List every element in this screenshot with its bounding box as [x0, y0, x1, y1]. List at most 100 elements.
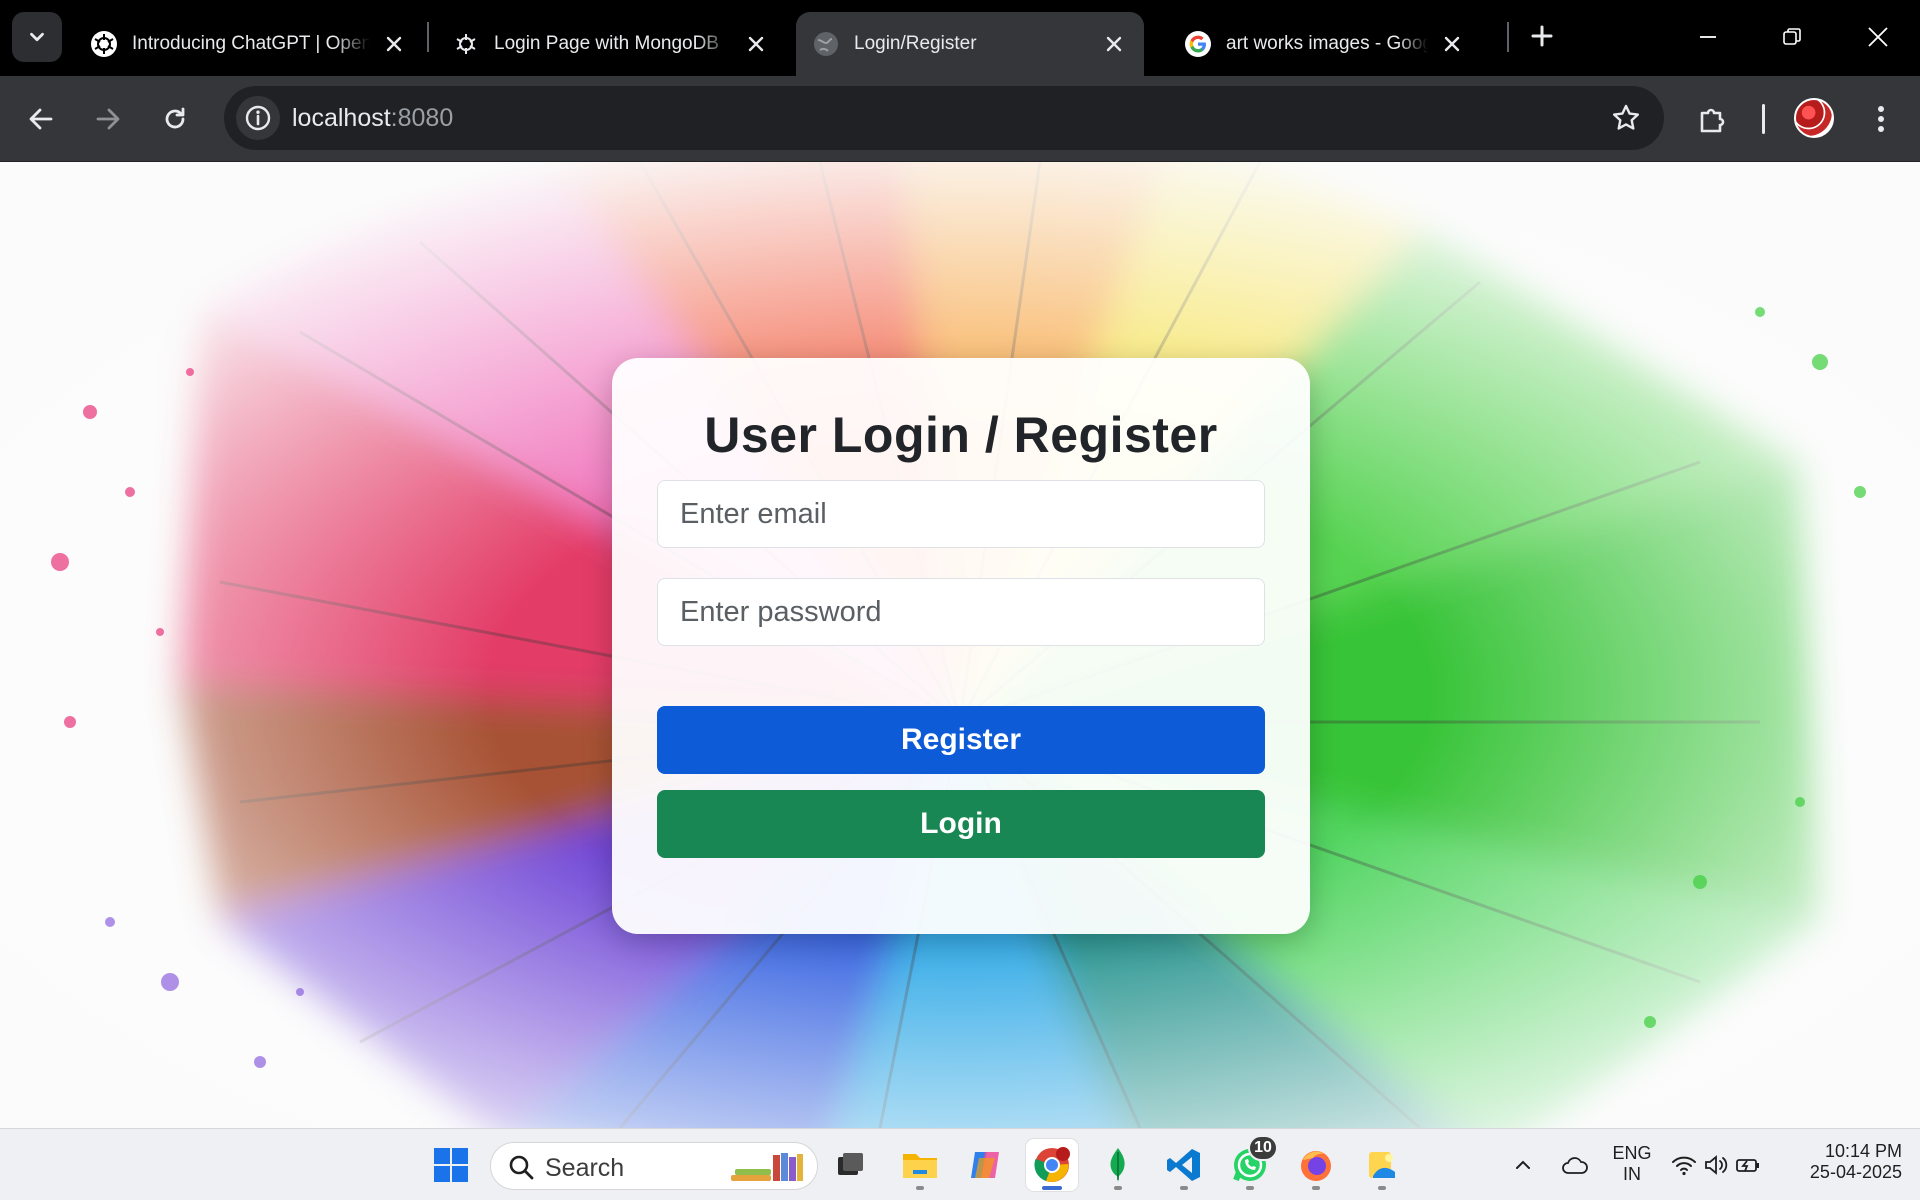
- star-icon: [1613, 104, 1639, 130]
- file-explorer-button[interactable]: [894, 1139, 946, 1191]
- search-icon: [509, 1155, 534, 1180]
- close-window-button[interactable]: [1850, 12, 1906, 62]
- chrome-icon: [1034, 1147, 1070, 1182]
- extensions-button[interactable]: [1688, 94, 1738, 144]
- copilot-icon: [971, 1152, 999, 1178]
- register-button[interactable]: Register: [657, 706, 1265, 774]
- windows-taskbar: Search 10 ENG IN 10:14 PM 25-04-2025: [0, 1128, 1920, 1200]
- tab-search-button[interactable]: [12, 12, 62, 62]
- restore-button[interactable]: [1764, 12, 1820, 62]
- firefox-button[interactable]: [1290, 1139, 1342, 1191]
- more-vert-icon: [1878, 106, 1884, 132]
- close-icon[interactable]: [742, 30, 770, 58]
- page-title: User Login / Register: [704, 407, 1218, 463]
- language-region: IN: [1623, 1164, 1641, 1184]
- cloud-icon: [1562, 1157, 1588, 1174]
- windows-icon: [434, 1148, 468, 1182]
- running-indicator: [1378, 1186, 1386, 1190]
- tab-title: Login/Register: [854, 33, 977, 54]
- language-code: ENG: [1612, 1143, 1652, 1163]
- start-button[interactable]: [425, 1139, 477, 1191]
- running-indicator: [916, 1186, 924, 1190]
- chrome-button[interactable]: [1026, 1139, 1078, 1191]
- google-icon: [1184, 30, 1212, 58]
- url-text[interactable]: localhost:8080: [292, 104, 453, 133]
- plus-icon: [1531, 25, 1553, 47]
- running-indicator: [1180, 1186, 1188, 1190]
- clock[interactable]: 10:14 PM 25-04-2025: [1790, 1141, 1902, 1183]
- running-indicator: [1312, 1186, 1320, 1190]
- reload-button[interactable]: [150, 94, 200, 144]
- page-viewport: User Login / Register Register Login: [0, 162, 1920, 1128]
- globe-icon: [812, 30, 840, 58]
- photos-icon: [1369, 1152, 1395, 1178]
- info-icon: [245, 105, 271, 131]
- tab-login-mongodb[interactable]: Login Page with MongoDB: [436, 12, 786, 76]
- bookmark-button[interactable]: [1608, 100, 1644, 136]
- url-port: :8080: [390, 104, 454, 132]
- active-indicator: [1042, 1186, 1062, 1190]
- address-bar[interactable]: localhost:8080: [224, 86, 1664, 150]
- clock-date: 25-04-2025: [1809, 1162, 1902, 1182]
- running-indicator: [1114, 1186, 1122, 1190]
- tab-divider: [1507, 22, 1509, 52]
- close-icon[interactable]: [1100, 30, 1128, 58]
- login-button[interactable]: Login: [657, 790, 1265, 858]
- password-field[interactable]: [657, 578, 1265, 646]
- tab-login-register[interactable]: Login/Register: [796, 12, 1144, 76]
- tab-strip: Introducing ChatGPT | OpenAI Login Page …: [0, 0, 1920, 76]
- taskbar-search[interactable]: Search: [490, 1142, 818, 1190]
- folder-icon: [903, 1154, 937, 1178]
- forward-button[interactable]: [83, 94, 133, 144]
- login-card: User Login / Register Register Login: [612, 358, 1310, 934]
- email-field[interactable]: [657, 480, 1265, 548]
- tab-title: Login Page with MongoDB: [494, 33, 719, 54]
- url-host: localhost: [292, 104, 391, 132]
- restore-icon: [1783, 28, 1801, 45]
- close-icon[interactable]: [1438, 30, 1466, 58]
- new-tab-button[interactable]: [1522, 16, 1562, 56]
- browser-toolbar: localhost:8080: [0, 76, 1920, 162]
- whatsapp-button[interactable]: 10: [1224, 1135, 1278, 1191]
- tab-divider: [427, 22, 429, 52]
- minimize-button[interactable]: [1680, 12, 1736, 62]
- back-button[interactable]: [16, 94, 66, 144]
- tab-title: Introducing ChatGPT | OpenAI: [132, 33, 370, 54]
- notification-badge: 10: [1248, 1135, 1278, 1161]
- tab-chatgpt[interactable]: Introducing ChatGPT | OpenAI: [74, 12, 424, 76]
- reload-icon: [165, 107, 185, 129]
- photos-button[interactable]: [1356, 1139, 1408, 1191]
- show-hidden-icons-button[interactable]: [1500, 1139, 1546, 1191]
- mongodb-compass-button[interactable]: [1092, 1139, 1144, 1191]
- toolbar-divider: [1762, 104, 1765, 134]
- tab-google-search[interactable]: art works images - Google Search: [1168, 12, 1482, 76]
- close-icon: [1868, 27, 1888, 47]
- vscode-icon: [1167, 1149, 1200, 1181]
- menu-button[interactable]: [1856, 94, 1906, 144]
- puzzle-icon: [1700, 108, 1725, 133]
- site-info-button[interactable]: [236, 96, 280, 140]
- books-illustration-icon: [731, 1153, 803, 1181]
- tab-title: art works images - Google Search: [1226, 33, 1428, 54]
- arrow-right-icon: [96, 108, 120, 130]
- chevron-up-icon: [1516, 1160, 1530, 1169]
- onedrive-button[interactable]: [1552, 1139, 1598, 1191]
- wifi-icon: [1672, 1156, 1696, 1176]
- mongodb-leaf-icon: [1110, 1148, 1125, 1182]
- profile-avatar[interactable]: [1794, 98, 1834, 138]
- arrow-left-icon: [29, 108, 53, 130]
- running-indicator: [1246, 1186, 1254, 1190]
- openai-icon: [90, 30, 118, 58]
- task-view-button[interactable]: [824, 1139, 876, 1191]
- openai-icon: [452, 30, 480, 58]
- battery-charging-icon: [1736, 1159, 1759, 1172]
- language-indicator[interactable]: ENG IN: [1604, 1143, 1660, 1185]
- firefox-icon: [1301, 1151, 1331, 1181]
- close-icon[interactable]: [380, 30, 408, 58]
- minimize-icon: [1700, 36, 1716, 38]
- search-label: Search: [545, 1154, 625, 1182]
- task-view-icon: [838, 1153, 863, 1175]
- copilot-button[interactable]: [960, 1139, 1012, 1191]
- vscode-button[interactable]: [1158, 1139, 1210, 1191]
- quick-settings-button[interactable]: [1664, 1139, 1768, 1191]
